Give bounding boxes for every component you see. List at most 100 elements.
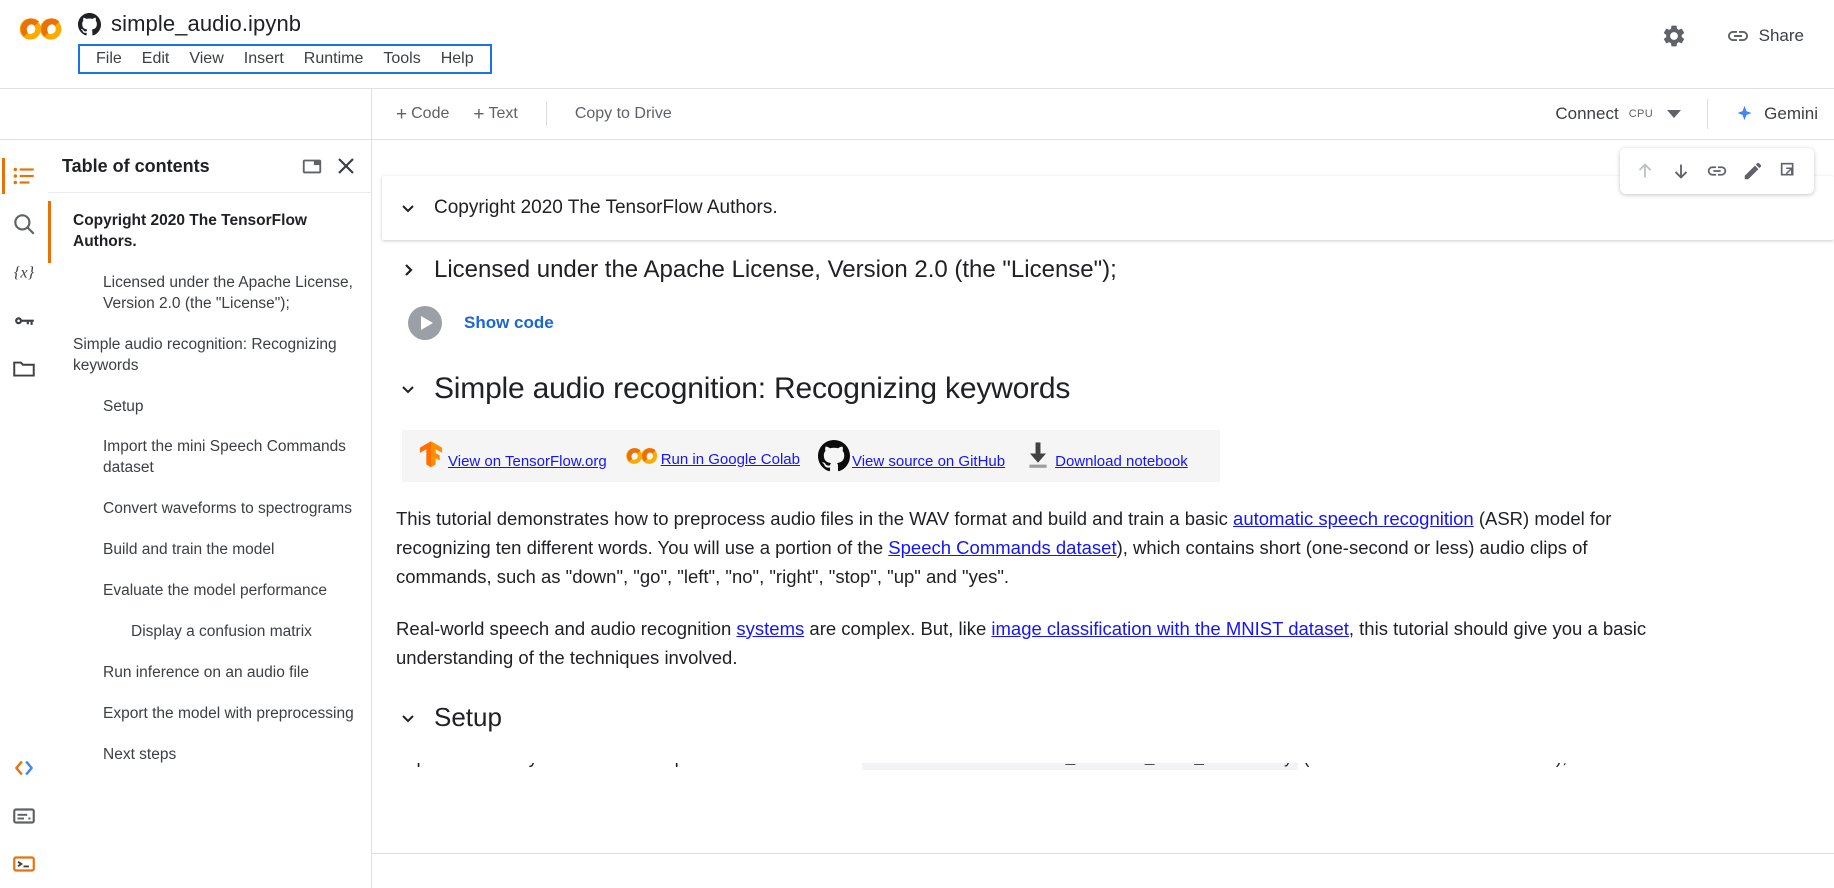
- app-header: simple_audio.ipynb File Edit View Insert…: [0, 0, 1834, 88]
- cell-toolbar: [1620, 148, 1814, 194]
- rail-button-files[interactable]: [2, 344, 46, 392]
- rail-button-variables[interactable]: {x}: [2, 248, 46, 296]
- show-code-row: Show code: [372, 300, 1834, 346]
- show-code-link[interactable]: Show code: [464, 313, 554, 333]
- open-in-new-tab-button[interactable]: [1772, 154, 1806, 188]
- add-code-label: Code: [411, 105, 450, 122]
- toc-item-run-inference[interactable]: Run inference on an audio file: [48, 653, 371, 694]
- toc-item-confusion-matrix[interactable]: Display a confusion matrix: [48, 612, 371, 653]
- chevron-down-icon[interactable]: [400, 381, 416, 397]
- cell-heading-main[interactable]: Simple audio recognition: Recognizing ke…: [372, 346, 1834, 416]
- tensorflow-icon: [419, 441, 443, 468]
- menu-bar[interactable]: File Edit View Insert Runtime Tools Help: [78, 44, 492, 74]
- cell-heading-setup[interactable]: Setup: [372, 672, 1834, 737]
- toolbar-divider: [1707, 99, 1709, 129]
- rail-button-search[interactable]: [2, 200, 46, 248]
- toc-item-convert-waveforms[interactable]: Convert waveforms to spectrograms: [48, 489, 371, 530]
- link-icon: [1727, 31, 1748, 41]
- connect-label: Connect: [1555, 104, 1619, 123]
- chevron-down-icon[interactable]: [1667, 110, 1682, 118]
- link-systems[interactable]: systems: [736, 618, 804, 639]
- move-cell-up-button[interactable]: [1628, 154, 1662, 188]
- rail-button-commands[interactable]: [2, 792, 46, 840]
- runtime-type-badge: CPU: [1628, 108, 1654, 120]
- doc-links-bar: View on TensorFlow.org Run in Google Col…: [402, 430, 1220, 482]
- notebook-cells: Copyright 2020 The TensorFlow Authors. L…: [372, 140, 1834, 789]
- link-mnist-image-classification[interactable]: image classification with the MNIST data…: [991, 618, 1348, 639]
- copy-to-drive-button[interactable]: Copy to Drive: [565, 99, 682, 129]
- gear-icon: [1663, 25, 1684, 47]
- menu-insert[interactable]: Insert: [234, 46, 294, 72]
- p2-text-1: Real-world speech and audio recognition: [396, 617, 737, 639]
- badge-label: Run in Google Colab: [660, 451, 800, 468]
- github-icon: [817, 440, 850, 472]
- toc-title: Table of contents: [62, 155, 210, 176]
- share-label: Share: [1758, 26, 1804, 45]
- settings-button[interactable]: [1654, 16, 1694, 56]
- badge-view-source-github[interactable]: View source on GitHub: [817, 440, 1023, 472]
- toc-item-export-model[interactable]: Export the model with preprocessing: [48, 694, 371, 735]
- link-to-cell-button[interactable]: [1700, 154, 1734, 188]
- p1-text-1: This tutorial demonstrates how to prepro…: [396, 508, 1234, 529]
- variables-icon: {x}: [14, 263, 35, 281]
- clipped-paragraph: Import necessary modules and dependencie…: [396, 763, 1666, 789]
- toc-icon: [13, 167, 34, 185]
- key-icon: [15, 317, 34, 325]
- toc-item-build-train[interactable]: Build and train the model: [48, 530, 371, 571]
- badge-view-on-tensorflow[interactable]: View on TensorFlow.org: [416, 440, 625, 472]
- toolbar-divider: [545, 102, 547, 126]
- toc-close-button[interactable]: [329, 149, 363, 183]
- notebook-toolbar: + Code + Text Copy to Drive Connect CPU …: [0, 88, 1834, 140]
- toc-item-import-dataset[interactable]: Import the mini Speech Commands dataset: [48, 427, 371, 489]
- pencil-icon: [1744, 162, 1762, 180]
- add-code-cell-button[interactable]: + Code: [386, 99, 459, 130]
- title-block: simple_audio.ipynb File Edit View Insert…: [78, 6, 492, 74]
- move-cell-down-button[interactable]: [1664, 154, 1698, 188]
- menu-help[interactable]: Help: [431, 46, 484, 72]
- menu-runtime[interactable]: Runtime: [294, 46, 374, 72]
- menu-tools[interactable]: Tools: [373, 46, 430, 72]
- toc-item-setup[interactable]: Setup: [48, 387, 371, 428]
- close-icon: [338, 158, 354, 174]
- cell-license[interactable]: Licensed under the Apache License, Versi…: [372, 240, 1834, 300]
- arrow-down-icon: [1674, 164, 1688, 179]
- toc-item-license[interactable]: Licensed under the Apache License, Versi…: [48, 263, 371, 325]
- toc-header: Table of contents: [48, 140, 371, 192]
- toc-list: Copyright 2020 The TensorFlow Authors. L…: [48, 192, 371, 888]
- commands-panel-icon: [13, 808, 35, 824]
- share-button[interactable]: Share: [1714, 16, 1816, 56]
- edit-cell-button[interactable]: [1736, 154, 1770, 188]
- badge-run-in-colab[interactable]: Run in Google Colab: [625, 442, 818, 470]
- cell-copyright[interactable]: Copyright 2020 The TensorFlow Authors.: [382, 176, 1834, 240]
- menu-edit[interactable]: Edit: [132, 46, 180, 72]
- menu-view[interactable]: View: [179, 46, 233, 72]
- clipped-text-1: Import necessary modules and dependencie…: [396, 763, 862, 767]
- toc-item-evaluate[interactable]: Evaluate the model performance: [48, 571, 371, 612]
- run-cell-button[interactable]: [408, 306, 442, 340]
- popout-icon: [1780, 162, 1794, 176]
- rail-button-toc[interactable]: [2, 152, 46, 200]
- inline-code: tf.keras.utils.audio_dataset_from_direct…: [862, 763, 1299, 771]
- connect-button[interactable]: Connect CPU: [1543, 97, 1693, 131]
- rail-button-secrets[interactable]: [2, 296, 46, 344]
- intro-paragraph-2: Real-world speech and audio recognition …: [396, 614, 1666, 672]
- cell-add-actions: + Code + Text Copy to Drive: [372, 99, 682, 130]
- badge-download-notebook[interactable]: Download notebook: [1023, 440, 1206, 472]
- colab-logo: [18, 14, 64, 49]
- rail-button-terminal[interactable]: [2, 840, 46, 888]
- toc-item-next-steps[interactable]: Next steps: [48, 735, 371, 776]
- link-automatic-speech-recognition[interactable]: automatic speech recognition: [1233, 508, 1474, 529]
- toc-item-simple-audio-recognition[interactable]: Simple audio recognition: Recognizing ke…: [48, 325, 371, 387]
- add-text-label: Text: [488, 105, 518, 122]
- add-text-cell-button[interactable]: + Text: [463, 99, 527, 130]
- chevron-down-icon[interactable]: [400, 710, 416, 726]
- link-speech-commands-dataset[interactable]: Speech Commands dataset: [888, 537, 1116, 558]
- chevron-down-icon[interactable]: [400, 200, 416, 216]
- toc-item-copyright[interactable]: Copyright 2020 The TensorFlow Authors.: [48, 201, 371, 263]
- chevron-right-icon[interactable]: [400, 262, 416, 278]
- gemini-button[interactable]: Gemini: [1722, 97, 1830, 132]
- toc-dock-button[interactable]: [295, 149, 329, 183]
- page-title: Simple audio recognition: Recognizing ke…: [434, 372, 1071, 405]
- rail-button-code-snippets[interactable]: [2, 744, 46, 792]
- menu-file[interactable]: File: [86, 46, 132, 72]
